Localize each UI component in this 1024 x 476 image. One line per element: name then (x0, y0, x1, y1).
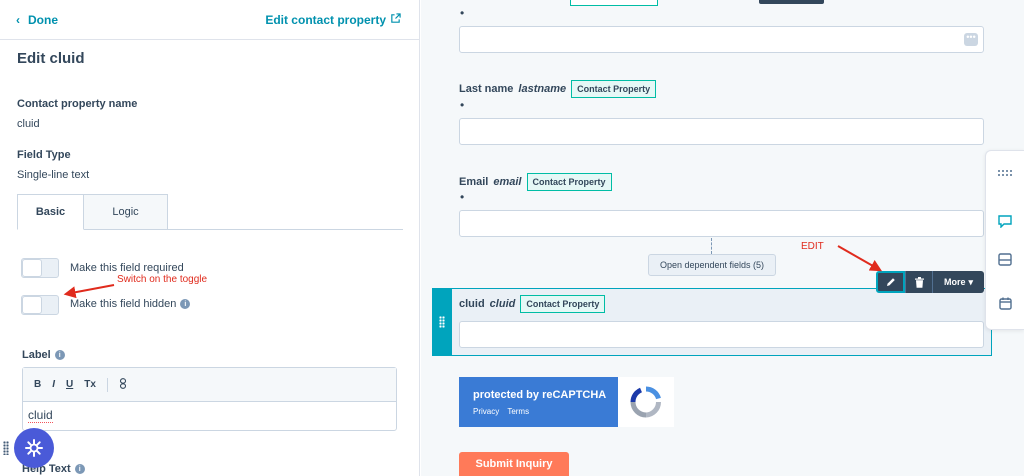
field-type-value: Single-line text (17, 169, 90, 181)
submit-inquiry-button[interactable]: Submit Inquiry (459, 452, 569, 476)
annotation-edit-note: EDIT (801, 241, 824, 252)
recaptcha-logo-icon (618, 377, 674, 427)
trash-icon (914, 276, 924, 288)
field-internal-name: email (493, 176, 522, 188)
field-label-email: Email email Contact Property (459, 173, 612, 191)
annotation-toggle-note: Switch on the toggle (117, 274, 208, 285)
field-internal-name: lastname (518, 83, 567, 95)
recaptcha-badge: protected by reCAPTCHA Privacy Terms (459, 377, 618, 427)
scroll-indicator (759, 0, 824, 4)
layout-icon[interactable] (997, 251, 1013, 267)
label-heading-text: Label (22, 349, 51, 361)
italic-button[interactable]: I (52, 379, 55, 390)
clear-format-button[interactable]: Tx (84, 379, 96, 390)
open-dependent-fields-button[interactable]: Open dependent fields (5) (648, 254, 776, 276)
cluid-input[interactable] (459, 321, 984, 348)
field-label-cluid: cluid cluid Contact Property (459, 295, 606, 313)
hidden-toggle[interactable] (21, 295, 59, 315)
sparkle-icon (25, 439, 43, 457)
edit-contact-property-label: Edit contact property (265, 12, 386, 27)
panel-title: Edit cluid (17, 50, 85, 67)
field-toolbar: More ▾ (876, 271, 984, 293)
field-type-label: Field Type (17, 149, 71, 161)
delete-field-button[interactable] (905, 271, 932, 293)
settings-tabs: Basic Logic (17, 194, 403, 230)
pencil-icon (886, 278, 895, 286)
edit-field-panel: ‹ Done Edit contact property Edit cluid … (0, 0, 420, 476)
annotation-arrow-icon (63, 245, 883, 299)
bold-button[interactable]: B (34, 379, 41, 390)
label-input-value: cluid (28, 408, 53, 423)
external-link-icon (390, 12, 401, 27)
required-mark: • (460, 98, 465, 112)
toggle-knob (22, 296, 42, 314)
lastname-input[interactable] (459, 118, 984, 145)
contact-property-tag: Contact Property (526, 173, 612, 191)
required-mark: • (460, 6, 465, 20)
dependent-connector (711, 238, 712, 254)
right-tool-rail (985, 150, 1024, 330)
field-label-lastname: Last name lastname Contact Property (459, 80, 657, 98)
label-heading: Label i (22, 349, 65, 361)
field-label-text: Last name (459, 83, 514, 95)
more-menu-button[interactable]: More ▾ (932, 271, 984, 293)
label-rich-text-editor: B I U Tx cluid (22, 367, 397, 431)
required-mark: • (460, 190, 465, 204)
toolbar-divider (106, 377, 108, 392)
calendar-icon[interactable] (997, 295, 1013, 311)
drag-dots-icon[interactable] (3, 441, 9, 455)
toggle-knob (22, 259, 42, 277)
field-internal-name: cluid (489, 298, 516, 310)
edit-contact-property-link[interactable]: Edit contact property (265, 13, 401, 27)
field-label-text: Email (459, 176, 489, 188)
editor-toolbar: B I U Tx (23, 368, 396, 402)
tab-basic[interactable]: Basic (17, 194, 84, 230)
info-icon[interactable]: i (54, 350, 65, 361)
info-icon[interactable]: i (180, 299, 191, 310)
more-dots-icon[interactable]: ••• (964, 33, 978, 46)
text-input-field[interactable]: ••• (459, 26, 984, 53)
contact-property-tag: Contact Property (571, 80, 657, 98)
more-label: More (943, 277, 966, 287)
grid-apps-icon[interactable] (997, 165, 1013, 181)
recaptcha-title: protected by reCAPTCHA (473, 389, 607, 401)
terms-link[interactable]: Terms (507, 407, 529, 416)
required-toggle-label: Make this field required (70, 262, 184, 274)
recaptcha-links: Privacy Terms (473, 407, 535, 416)
email-input[interactable] (459, 210, 984, 237)
caret-down-icon: ▾ (968, 276, 974, 287)
required-toggle[interactable] (21, 258, 59, 278)
tab-logic[interactable]: Logic (84, 194, 168, 230)
chevron-left-icon: ‹ (16, 12, 20, 27)
hidden-toggle-label: Make this field hidden i (70, 298, 191, 310)
info-icon[interactable]: i (74, 464, 85, 475)
label-input[interactable]: cluid (23, 402, 396, 428)
privacy-link[interactable]: Privacy (473, 407, 499, 416)
chat-icon[interactable] (997, 213, 1013, 229)
edit-field-button[interactable] (876, 271, 905, 293)
property-name-label: Contact property name (17, 98, 138, 110)
panel-header: ‹ Done Edit contact property (0, 0, 419, 40)
field-label-text: cluid (459, 298, 485, 310)
done-button[interactable]: ‹ Done (16, 13, 58, 27)
property-name-value: cluid (17, 118, 40, 130)
link-icon[interactable] (119, 377, 127, 392)
hidden-toggle-text: Make this field hidden (70, 298, 177, 310)
assistant-launcher-button[interactable] (14, 428, 54, 468)
grip-icon (439, 316, 445, 328)
done-label: Done (28, 12, 58, 27)
property-tag-partial (570, 0, 658, 6)
underline-button[interactable]: U (66, 379, 73, 390)
contact-property-tag: Contact Property (520, 295, 606, 313)
drag-handle[interactable] (432, 288, 452, 356)
